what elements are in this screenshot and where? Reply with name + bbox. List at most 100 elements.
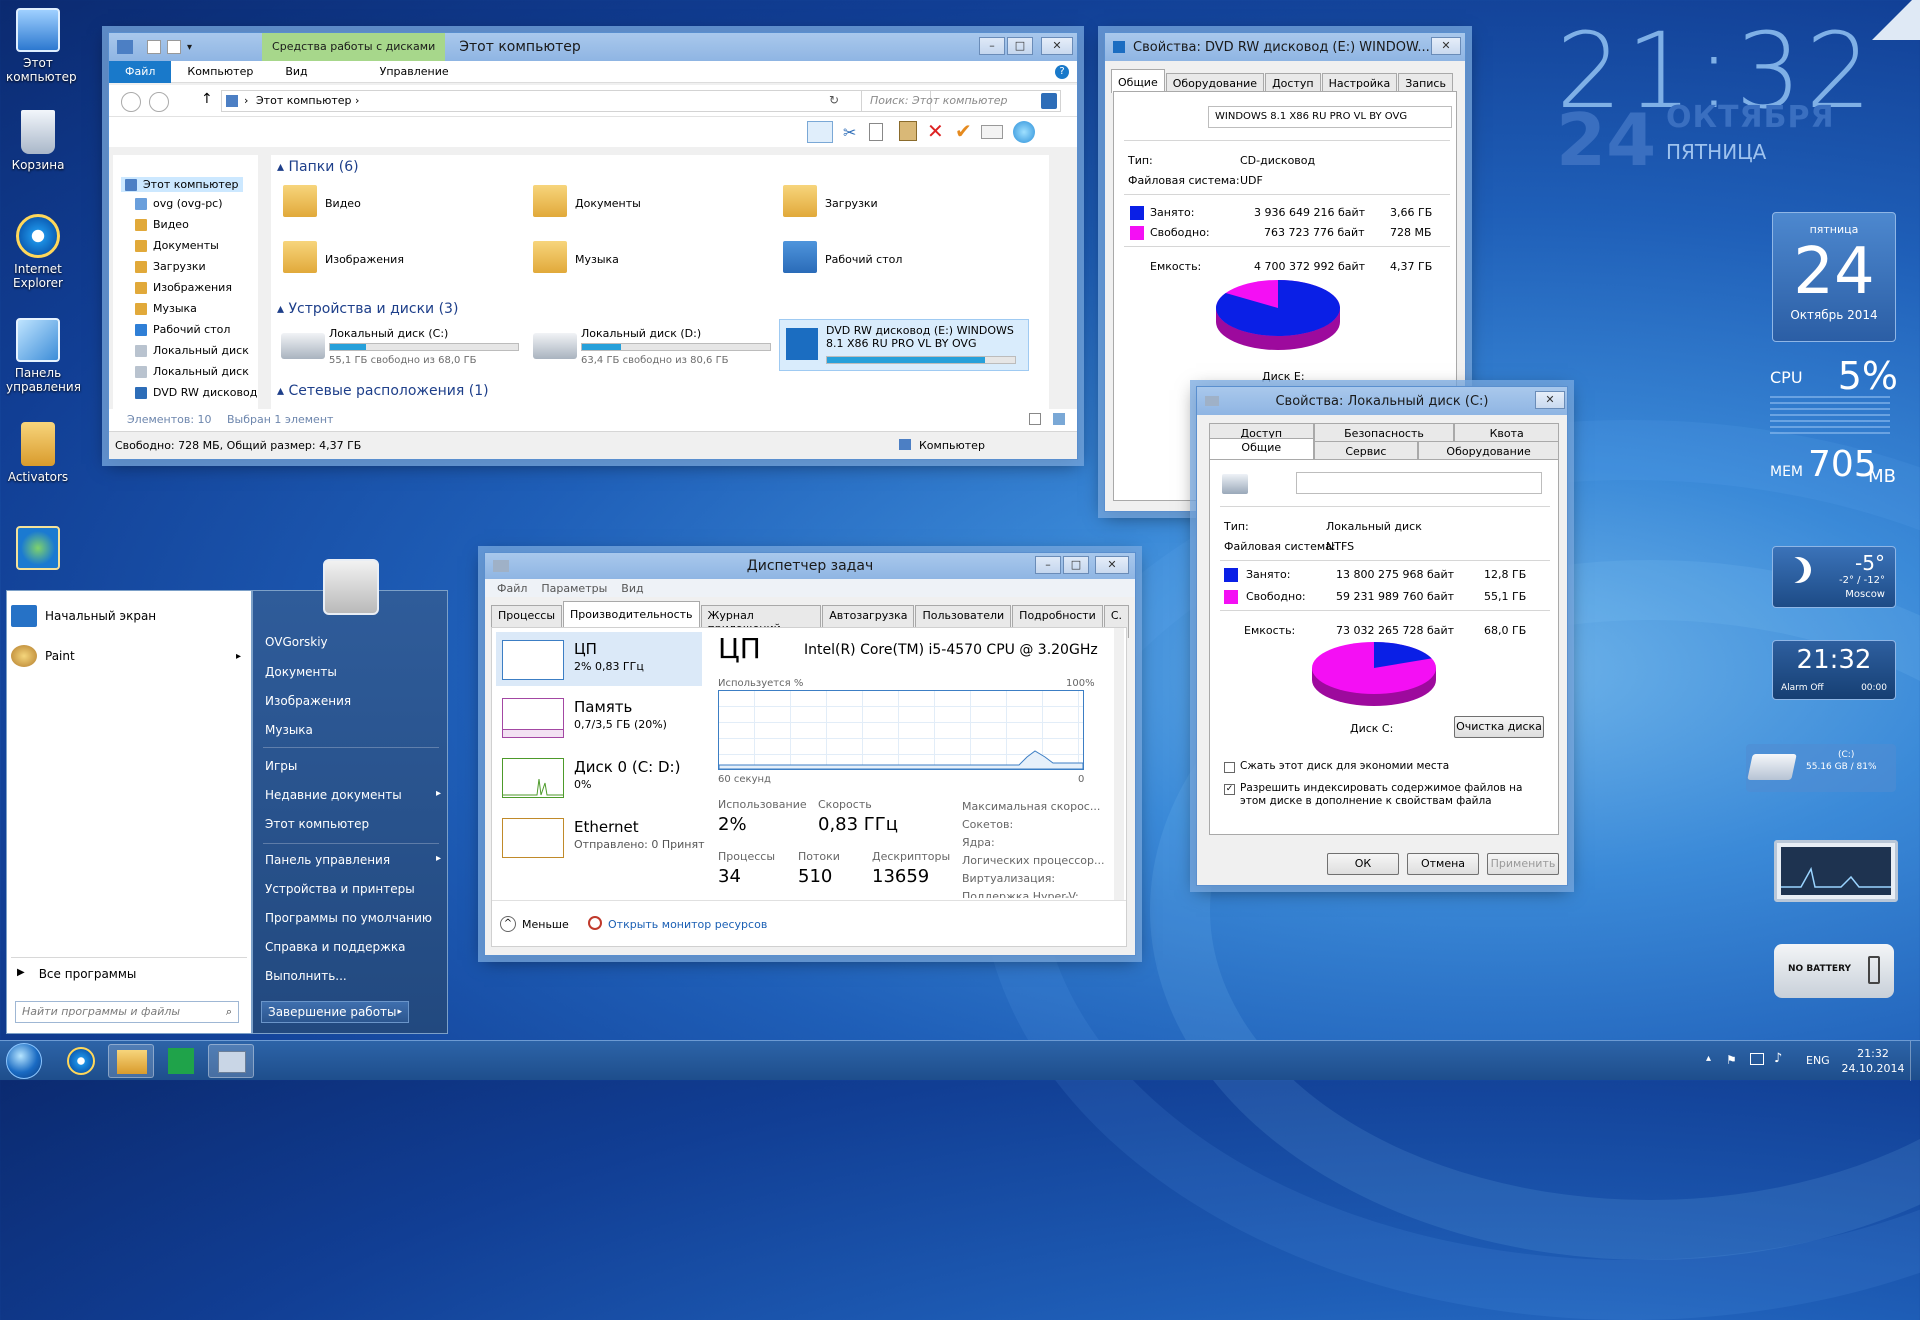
start-item-start-screen[interactable]: Начальный экран: [11, 601, 247, 631]
cancel-button[interactable]: Отмена: [1407, 853, 1479, 875]
ribbon-tab-manage[interactable]: Управление: [364, 61, 465, 83]
taskbar-explorer[interactable]: [108, 1044, 154, 1078]
start-right-user[interactable]: OVGorskiy: [265, 635, 328, 649]
tree-item-documents[interactable]: Документы: [135, 239, 219, 252]
paste-icon[interactable]: [899, 121, 917, 141]
desktop-icon-unnamed[interactable]: [6, 526, 70, 574]
perf-item-cpu[interactable]: ЦП 2% 0,83 ГГц: [496, 632, 702, 686]
tab-security[interactable]: Безопасность: [1313, 423, 1455, 441]
layout-pane-icon[interactable]: [807, 121, 833, 143]
weather-gadget[interactable]: -5° -2° / -12° Moscow: [1772, 546, 1896, 608]
maximize-button[interactable]: □: [1007, 37, 1033, 55]
all-programs-button[interactable]: ▶ Все программы: [17, 967, 136, 981]
perf-scrollbar[interactable]: [1114, 628, 1124, 900]
tab-general[interactable]: Общие: [1111, 69, 1165, 93]
tree-item-user[interactable]: ovg (ovg-pc): [135, 197, 223, 210]
close-button[interactable]: ✕: [1535, 391, 1565, 409]
tree-item-video[interactable]: Видео: [135, 218, 189, 231]
tab-sharing[interactable]: Доступ: [1265, 73, 1321, 93]
start-right-music[interactable]: Музыка: [265, 723, 313, 737]
tree-item-disk-d[interactable]: Локальный диск: [135, 365, 249, 378]
tab-general[interactable]: Общие: [1209, 438, 1314, 459]
refresh-icon[interactable]: ↻: [829, 93, 839, 107]
start-right-help[interactable]: Справка и поддержка: [265, 940, 406, 954]
explorer-titlebar[interactable]: ▾ Средства работы с дисками Этот компьют…: [109, 33, 1077, 61]
desktop-icon-computer[interactable]: Этот компьютер: [6, 8, 77, 84]
tree-item-desktop[interactable]: Рабочий стол: [135, 323, 230, 336]
calendar-gadget[interactable]: пятница 24 Октябрь 2014: [1772, 212, 1896, 342]
folders-header[interactable]: ▴ Папки (6): [277, 159, 359, 175]
delete-icon[interactable]: ✕: [927, 119, 944, 143]
desktop-icon-ie[interactable]: Internet Explorer: [6, 214, 70, 290]
desktop-icon-control-panel[interactable]: Панель управления: [6, 318, 81, 394]
start-right-recent[interactable]: Недавние документы ▸: [265, 788, 441, 802]
qat-properties-icon[interactable]: [147, 40, 161, 54]
show-hidden-icons[interactable]: ▴: [1706, 1053, 1711, 1064]
menu-view[interactable]: Вид: [621, 582, 643, 595]
network-header[interactable]: ▴ Сетевые расположения (1): [277, 383, 489, 399]
start-right-devices[interactable]: Устройства и принтеры: [265, 882, 415, 896]
tab-recording[interactable]: Запись: [1398, 73, 1453, 93]
corner-widget-icon[interactable]: [1872, 0, 1920, 40]
forward-button[interactable]: [149, 92, 169, 112]
taskbar-task-manager[interactable]: [208, 1044, 254, 1078]
cpu-meter-gadget[interactable]: CPU 5% MEM 705 MB: [1770, 354, 1898, 494]
maximize-button[interactable]: □: [1063, 556, 1089, 574]
minimize-button[interactable]: –: [1035, 556, 1061, 574]
tree-item-downloads[interactable]: Загрузки: [135, 260, 206, 273]
drive-gadget[interactable]: (C:) 55.16 GB / 81%: [1746, 744, 1896, 792]
contextual-tool-tab[interactable]: Средства работы с дисками: [262, 33, 446, 61]
network-icon[interactable]: [1750, 1053, 1764, 1065]
volume-label-input[interactable]: WINDOWS 8.1 X86 RU PRO VL BY OVG: [1208, 106, 1452, 128]
back-button[interactable]: [121, 92, 141, 112]
address-input[interactable]: › Этот компьютер ›: [221, 90, 931, 112]
tree-item-disk-c[interactable]: Локальный диск: [135, 344, 249, 357]
start-right-games[interactable]: Игры: [265, 759, 297, 773]
tab-tools[interactable]: Сервис: [1313, 441, 1419, 459]
open-resource-monitor-link[interactable]: Открыть монитор ресурсов: [608, 918, 767, 931]
tree-item-pictures[interactable]: Изображения: [135, 281, 232, 294]
tree-item-computer[interactable]: Этот компьютер: [121, 177, 243, 192]
content-scrollbar[interactable]: [1049, 155, 1061, 409]
menu-file[interactable]: Файл: [497, 582, 527, 595]
perf-item-memory[interactable]: Память 0,7/3,5 ГБ (20%): [496, 692, 702, 746]
desktop-icon-activators[interactable]: Activators: [6, 422, 70, 484]
shutdown-button[interactable]: Завершение работы ▸: [261, 1001, 409, 1023]
start-right-pictures[interactable]: Изображения: [265, 694, 351, 708]
cut-icon[interactable]: ✂: [843, 123, 856, 142]
volume-label-input[interactable]: [1296, 472, 1542, 494]
disk-cleanup-button[interactable]: Очистка диска: [1454, 716, 1544, 738]
start-right-control-panel[interactable]: Панель управления ▸: [265, 853, 441, 867]
close-button[interactable]: ✕: [1041, 37, 1073, 55]
fewer-details-icon[interactable]: ^: [500, 916, 516, 932]
ribbon-tab-file[interactable]: Файл: [109, 60, 172, 83]
ribbon-tab-computer[interactable]: Компьютер: [171, 61, 269, 83]
show-desktop-button[interactable]: [1910, 1041, 1920, 1081]
shutdown-arrow-icon[interactable]: ▸: [397, 1002, 402, 1022]
c-properties-window[interactable]: Свойства: Локальный диск (C:) ✕ Доступ Б…: [1196, 386, 1568, 886]
user-avatar[interactable]: [323, 559, 379, 615]
devices-header[interactable]: ▴ Устройства и диски (3): [277, 301, 458, 317]
help-icon[interactable]: ?: [1055, 64, 1069, 79]
fewer-details-button[interactable]: Меньше: [522, 918, 569, 931]
taskbar-ie[interactable]: [58, 1044, 104, 1078]
qat-dropdown-icon[interactable]: ▾: [187, 42, 192, 53]
ribbon-tab-view[interactable]: Вид: [269, 61, 323, 83]
desktop-icon-recycle-bin[interactable]: Корзина: [6, 110, 70, 172]
battery-gadget[interactable]: NO BATTERY: [1774, 944, 1894, 998]
start-right-run[interactable]: Выполнить...: [265, 969, 347, 983]
tree-scrollbar[interactable]: [258, 155, 268, 409]
search-icon[interactable]: [1041, 93, 1057, 109]
tab-quota[interactable]: Квота: [1454, 423, 1560, 441]
start-orb-icon[interactable]: [6, 1043, 42, 1079]
start-item-paint[interactable]: Paint ▸: [11, 641, 247, 671]
tree-item-dvd[interactable]: DVD RW дисковод: [135, 386, 257, 399]
volume-icon[interactable]: ♪: [1774, 1051, 1782, 1066]
perf-item-ethernet[interactable]: Ethernet Отправлено: 0 Принят: [496, 812, 705, 866]
details-view-icon[interactable]: [1029, 413, 1041, 425]
globe-icon[interactable]: [1013, 121, 1035, 143]
copy-icon[interactable]: [869, 123, 883, 141]
search-icon[interactable]: ⌕: [226, 1002, 232, 1022]
alarm-clock-gadget[interactable]: 21:32 Alarm Off 00:00: [1772, 640, 1896, 700]
apply-button[interactable]: Применить: [1487, 853, 1559, 875]
